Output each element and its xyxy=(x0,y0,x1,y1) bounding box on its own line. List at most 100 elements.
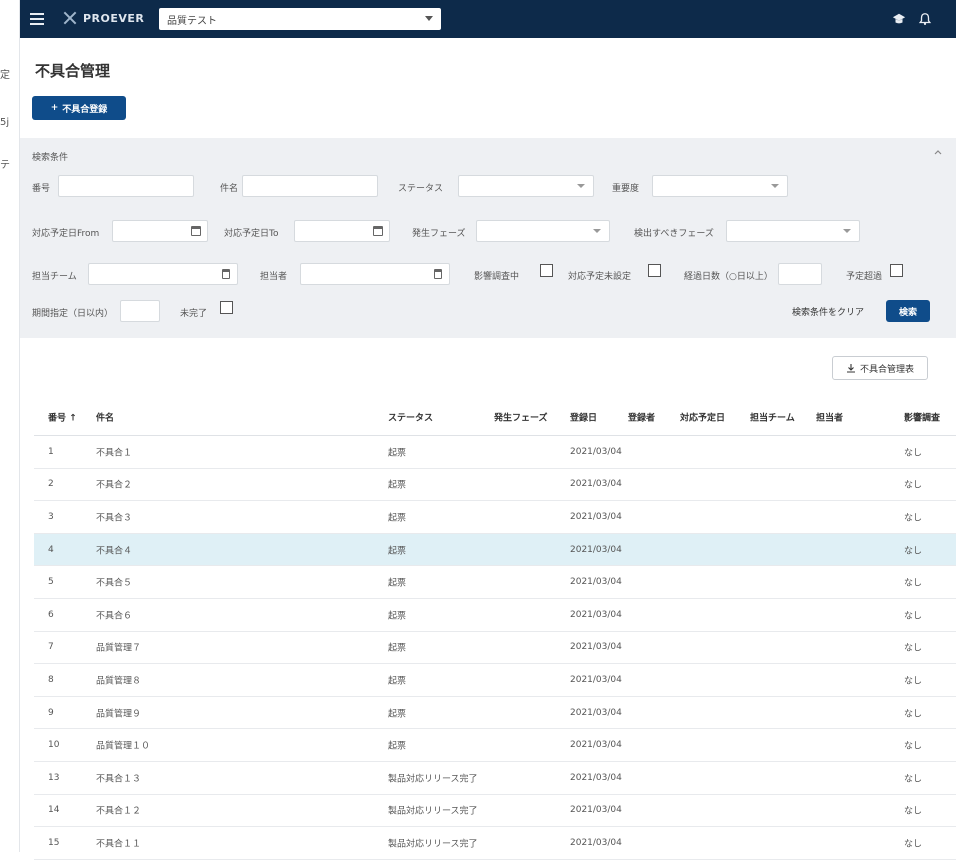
severity-select[interactable] xyxy=(652,175,788,197)
owner-input[interactable] xyxy=(300,263,450,285)
row-registered: 2021/03/04 xyxy=(570,772,622,783)
logo-icon xyxy=(62,10,78,26)
side-fragment: 5j xyxy=(0,117,10,128)
defect-table: 番号 ↑ 件名 ステータス 発生フェーズ 登録日 登録者 対応予定日 担当チーム… xyxy=(34,398,956,860)
row-number: 4 xyxy=(48,544,54,555)
row-number: 2 xyxy=(48,479,54,490)
due-to-label: 対応予定日To xyxy=(224,229,279,239)
row-status: 製品対応リリース完了 xyxy=(388,806,478,817)
row-number: 10 xyxy=(48,740,60,751)
row-subject: 品質管理１０ xyxy=(96,741,151,752)
team-input[interactable] xyxy=(88,263,238,285)
table-row[interactable]: 5 不具合５ 起票 2021/03/04 なし xyxy=(34,566,956,599)
column-header-status: ステータス xyxy=(388,413,434,423)
row-impact: なし xyxy=(904,774,923,785)
row-registered: 2021/03/04 xyxy=(570,837,622,848)
column-header-phase: 発生フェーズ xyxy=(494,413,548,423)
incomplete-checkbox[interactable] xyxy=(220,301,233,314)
row-registered: 2021/03/04 xyxy=(570,446,622,457)
elapsed-input[interactable] xyxy=(778,263,822,285)
table-row[interactable]: 9 品質管理９ 起票 2021/03/04 なし xyxy=(34,697,956,730)
row-registered: 2021/03/04 xyxy=(570,479,622,490)
download-icon xyxy=(846,364,855,373)
table-row[interactable]: 1 不具合１ 起票 2021/03/04 なし xyxy=(34,436,956,469)
search-panel: 検索条件 番号 件名 ステータス 重要度 対応予定日From 対応予定日To 発… xyxy=(20,138,956,338)
chevron-up-icon[interactable] xyxy=(934,148,942,156)
row-status: 起票 xyxy=(388,546,407,557)
search-button[interactable]: 検索 xyxy=(886,300,930,322)
column-header-registrant: 登録者 xyxy=(628,413,656,423)
trash-icon[interactable] xyxy=(434,269,442,279)
unconfirmed-label: 影響調査中 xyxy=(474,272,520,282)
row-registered: 2021/03/04 xyxy=(570,805,622,816)
row-number: 9 xyxy=(48,707,54,718)
hamburger-icon[interactable] xyxy=(30,13,44,25)
row-subject: 不具合１ xyxy=(96,448,133,459)
incomplete-label: 未完了 xyxy=(180,309,208,319)
elapsed-label: 経過日数（○日以上） xyxy=(684,272,773,282)
detected-phase-select[interactable] xyxy=(726,220,860,242)
row-subject: 品質管理８ xyxy=(96,676,142,687)
row-number: 13 xyxy=(48,772,60,783)
row-number: 3 xyxy=(48,511,54,522)
table-row[interactable]: 8 品質管理８ 起票 2021/03/04 なし xyxy=(34,664,956,697)
row-number: 6 xyxy=(48,609,54,620)
graduation-cap-icon[interactable] xyxy=(892,12,906,26)
chevron-down-icon xyxy=(593,229,601,233)
row-registered: 2021/03/04 xyxy=(570,642,622,653)
trash-icon[interactable] xyxy=(222,269,230,279)
row-number: 8 xyxy=(48,674,54,685)
row-subject: 不具合１２ xyxy=(96,806,142,817)
due-from-input[interactable] xyxy=(112,220,208,242)
phase-label: 発生フェーズ xyxy=(412,229,466,239)
number-label: 番号 xyxy=(32,184,51,194)
team-label: 担当チーム xyxy=(32,272,77,282)
brand-logo[interactable]: PROEVER xyxy=(62,10,144,26)
table-row[interactable]: 2 不具合２ 起票 2021/03/04 なし xyxy=(34,469,956,502)
sort-icon[interactable]: ↑ xyxy=(69,413,77,423)
subject-input[interactable] xyxy=(242,175,378,197)
table-row[interactable]: 13 不具合１３ 製品対応リリース完了 2021/03/04 なし xyxy=(34,762,956,795)
due-from-label: 対応予定日From xyxy=(32,229,100,239)
row-registered: 2021/03/04 xyxy=(570,707,622,718)
table-row[interactable]: 4 不具合４ 起票 2021/03/04 なし xyxy=(34,533,956,567)
row-number: 5 xyxy=(48,577,54,588)
chevron-down-icon xyxy=(843,229,851,233)
status-select[interactable] xyxy=(458,175,594,197)
period-input[interactable] xyxy=(120,300,160,322)
phase-select[interactable] xyxy=(476,220,610,242)
row-impact: なし xyxy=(904,709,923,720)
chevron-down-icon xyxy=(771,184,779,188)
column-header-owner: 担当者 xyxy=(816,413,844,423)
project-select-value: 品質テスト xyxy=(167,15,217,27)
due-to-input[interactable] xyxy=(294,220,390,242)
number-input[interactable] xyxy=(58,175,194,197)
export-label: 不具合管理表 xyxy=(859,364,914,375)
project-select[interactable]: 品質テスト xyxy=(159,8,441,30)
bell-icon[interactable] xyxy=(918,12,932,26)
row-subject: 不具合６ xyxy=(96,611,133,622)
table-row[interactable]: 7 品質管理７ 起票 2021/03/04 なし xyxy=(34,632,956,665)
table-row[interactable]: 10 品質管理１０ 起票 2021/03/04 なし xyxy=(34,729,956,762)
row-number: 15 xyxy=(48,837,60,848)
row-subject: 品質管理７ xyxy=(96,643,142,654)
calendar-icon[interactable] xyxy=(373,226,383,236)
table-row[interactable]: 3 不具合３ 起票 2021/03/04 なし xyxy=(34,501,956,534)
row-status: 起票 xyxy=(388,513,407,524)
row-registered: 2021/03/04 xyxy=(570,740,622,751)
overdue-checkbox[interactable] xyxy=(890,264,903,277)
row-status: 起票 xyxy=(388,578,407,589)
export-button[interactable]: 不具合管理表 xyxy=(832,356,928,380)
unconfirmed-checkbox[interactable] xyxy=(540,264,553,277)
column-header-number[interactable]: 番号 ↑ xyxy=(48,410,77,423)
table-row[interactable]: 15 不具合１１ 製品対応リリース完了 2021/03/04 なし xyxy=(34,827,956,860)
table-row[interactable]: 14 不具合１２ 製品対応リリース完了 2021/03/04 なし xyxy=(34,795,956,828)
clear-conditions-link[interactable]: 検索条件をクリア xyxy=(792,305,864,318)
severity-label: 重要度 xyxy=(612,184,640,194)
row-registered: 2021/03/04 xyxy=(570,577,622,588)
not-scheduled-checkbox[interactable] xyxy=(648,264,661,277)
page-title: 不具合管理 xyxy=(35,62,111,80)
create-defect-button[interactable]: + 不具合登録 xyxy=(32,96,126,120)
calendar-icon[interactable] xyxy=(191,226,201,236)
table-row[interactable]: 6 不具合６ 起票 2021/03/04 なし xyxy=(34,599,956,632)
